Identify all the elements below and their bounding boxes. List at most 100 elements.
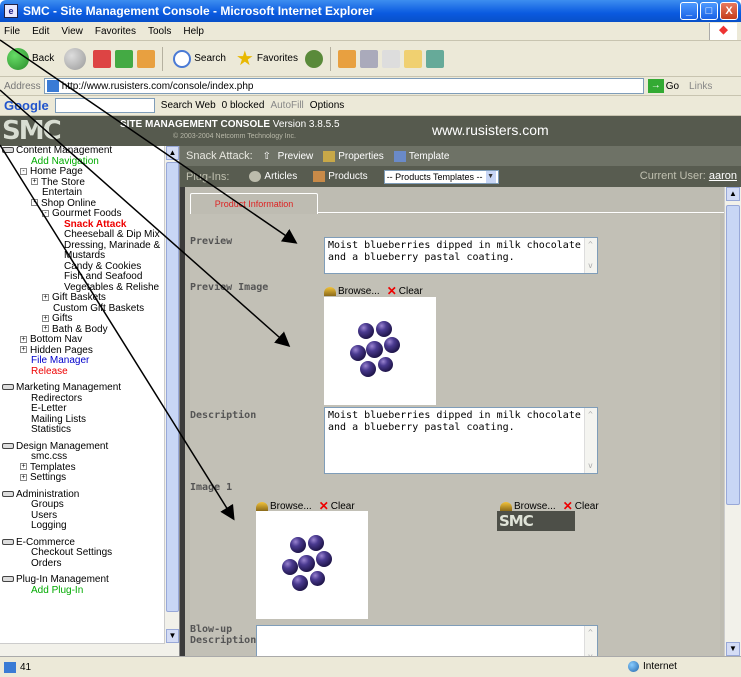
google-autofill[interactable]: AutoFill (270, 100, 303, 111)
sidebar-item[interactable]: Mailing Lists (0, 414, 165, 426)
template-tab[interactable]: Template (393, 150, 449, 162)
preview-tab[interactable]: ⇧ Preview (263, 151, 314, 162)
description-textarea[interactable]: Moist blueberries dipped in milk chocola… (324, 407, 598, 474)
address-input[interactable]: http://www.rusisters.com/console/index.p… (43, 78, 644, 94)
expand-icon[interactable]: + (42, 293, 49, 301)
collapse-icon[interactable]: - (20, 167, 27, 175)
google-search-input[interactable] (54, 98, 155, 113)
refresh-icon[interactable] (115, 49, 134, 68)
clear-icon[interactable]: ✕ (387, 284, 397, 298)
google-options[interactable]: Options (310, 100, 344, 111)
berry (350, 345, 366, 361)
preview-clear-button[interactable]: Clear (399, 286, 423, 297)
collapse-icon[interactable]: - (31, 199, 38, 207)
sidebar-item[interactable]: Add Plug-In (0, 585, 165, 597)
sidebar-scrollbar[interactable]: ▲ ▼ (164, 146, 179, 656)
main-scrollbar[interactable]: ▲ ▼ (724, 187, 741, 656)
sidebar-item[interactable]: + The Store (0, 177, 165, 189)
forward-arrow-icon (64, 47, 87, 70)
back-button[interactable]: Back (4, 46, 57, 72)
stop-icon[interactable] (93, 49, 112, 68)
scroll-down-icon[interactable]: ▼ (166, 629, 179, 643)
image1-clear-button[interactable]: Clear (331, 501, 355, 512)
menu-file[interactable]: File (4, 26, 20, 37)
google-search-web[interactable]: Search Web (161, 100, 216, 111)
sidebar-item[interactable]: + Bath & Body (0, 324, 165, 336)
textarea-scrollbar[interactable] (584, 408, 597, 473)
google-logo[interactable]: Google (4, 98, 49, 113)
current-user-link[interactable]: aaron (709, 170, 737, 182)
discuss-icon[interactable] (403, 49, 422, 68)
sidebar-item[interactable]: Release (0, 366, 165, 378)
expand-icon[interactable]: + (20, 463, 27, 471)
textarea-scrollbar[interactable] (584, 626, 597, 656)
edit-icon[interactable] (381, 49, 400, 68)
favorites-button[interactable]: ★ Favorites (233, 44, 301, 73)
berry (290, 537, 306, 553)
sidebar-item[interactable]: Custom Gift Baskets (0, 303, 165, 315)
image2-clear-button[interactable]: Clear (575, 501, 599, 512)
home-icon[interactable] (137, 49, 156, 68)
scroll-up-icon[interactable]: ▲ (166, 146, 179, 160)
menu-favorites[interactable]: Favorites (95, 26, 136, 37)
expand-icon[interactable]: + (42, 314, 49, 322)
sidebar-item[interactable]: Logging (0, 520, 165, 532)
menu-help[interactable]: Help (183, 26, 204, 37)
close-button[interactable]: X (720, 2, 738, 20)
sidebar-item[interactable]: Users (0, 510, 165, 522)
links-label[interactable]: Links (689, 81, 712, 92)
minimize-button[interactable]: _ (680, 2, 698, 20)
sidebar-group[interactable]: Design Management (0, 441, 165, 453)
messenger-icon[interactable] (425, 49, 444, 68)
articles-plugin[interactable]: Articles (249, 171, 297, 182)
menu-edit[interactable]: Edit (32, 26, 49, 37)
history-icon[interactable] (304, 49, 323, 68)
sidebar-item[interactable]: + Templates (0, 462, 165, 474)
smc-title-text: SITE MANAGEMENT CONSOLE (120, 119, 271, 130)
expand-icon[interactable]: + (20, 346, 27, 354)
main-scroll-thumb[interactable] (726, 205, 740, 505)
sidebar-hscrollbar[interactable] (0, 643, 165, 656)
sidebar-item[interactable]: Groups (0, 499, 165, 511)
menu-tools[interactable]: Tools (148, 26, 171, 37)
mail-icon[interactable] (337, 49, 356, 68)
forward-button[interactable] (61, 46, 89, 72)
blowup-textarea[interactable] (256, 625, 598, 656)
sidebar-scroll-thumb[interactable] (166, 162, 179, 612)
sidebar-item-label: Cheeseball & Dip Mix (64, 229, 160, 240)
sidebar-group[interactable]: Marketing Management (0, 382, 165, 394)
expand-icon[interactable]: + (42, 325, 49, 333)
expand-icon[interactable]: + (20, 335, 27, 343)
sidebar-item[interactable]: File Manager (0, 355, 165, 367)
textarea-scrollbar[interactable] (584, 238, 597, 273)
collapse-icon[interactable]: - (42, 209, 49, 217)
tab-product-information[interactable]: Product Information (190, 193, 318, 214)
go-button[interactable]: → Go (647, 79, 679, 93)
sidebar-item[interactable]: Statistics (0, 424, 165, 436)
sidebar-group[interactable]: Administration (0, 489, 165, 501)
search-button[interactable]: Search (170, 48, 229, 70)
properties-tab[interactable]: Properties (323, 150, 384, 162)
expand-icon[interactable]: + (31, 178, 38, 186)
preview-textarea[interactable]: Moist blueberries dipped in milk chocola… (324, 237, 598, 274)
products-plugin[interactable]: Products (313, 171, 368, 182)
sidebar-item[interactable]: smc.css (0, 451, 165, 463)
preview-browse-button[interactable]: Browse... (338, 286, 380, 297)
scroll-up-icon[interactable]: ▲ (726, 187, 740, 201)
maximize-button[interactable]: □ (700, 2, 718, 20)
scroll-down-icon[interactable]: ▼ (726, 642, 740, 656)
address-bar: Address http://www.rusisters.com/console… (0, 77, 741, 96)
image2-browse-button[interactable]: Browse... (514, 501, 556, 512)
menu-view[interactable]: View (61, 26, 83, 37)
print-icon[interactable] (359, 49, 378, 68)
products-template-select[interactable]: -- Products Templates -- ▼ (383, 169, 499, 184)
google-blocked[interactable]: 0 blocked (222, 100, 265, 111)
sidebar-item[interactable]: Redirectors (0, 393, 165, 405)
image1-browse-button[interactable]: Browse... (270, 501, 312, 512)
sidebar-item[interactable]: + Settings (0, 472, 165, 484)
sidebar-item[interactable]: Orders (0, 558, 165, 570)
sidebar-item-label: Checkout Settings (31, 547, 113, 558)
star-icon: ★ (235, 48, 254, 70)
expand-icon[interactable]: + (20, 473, 27, 481)
sidebar-item[interactable]: Checkout Settings (0, 547, 165, 559)
